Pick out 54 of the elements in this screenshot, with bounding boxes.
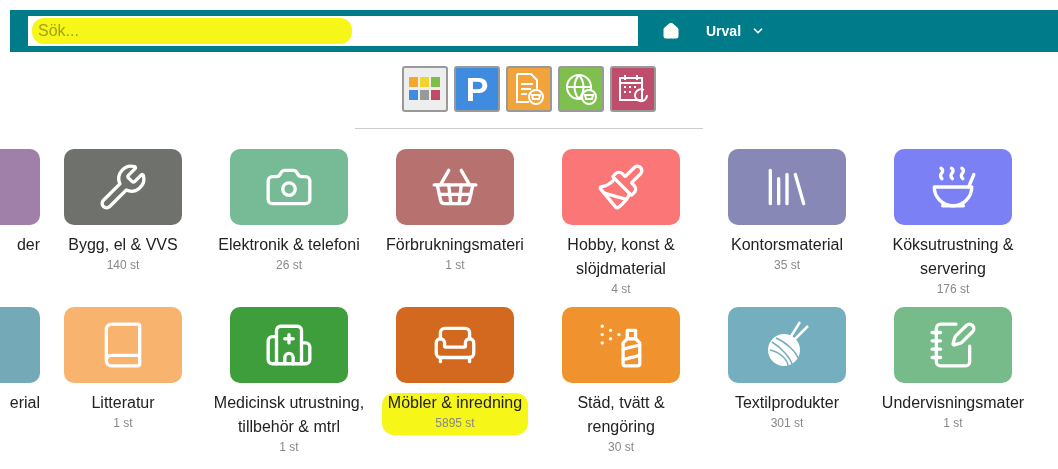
category-count: 140 st bbox=[106, 257, 140, 273]
category-name: erial bbox=[9, 393, 40, 413]
category-name: Förbrukningsmateri bbox=[386, 235, 524, 255]
toolbar-button[interactable] bbox=[402, 66, 448, 112]
category-tile[interactable] bbox=[64, 307, 182, 383]
category-tile[interactable] bbox=[0, 307, 40, 383]
category-tile[interactable] bbox=[728, 307, 846, 383]
category-tile[interactable] bbox=[894, 307, 1012, 383]
category-tile[interactable] bbox=[562, 149, 680, 225]
category-count: 5895 st bbox=[435, 415, 475, 431]
category-name: Bygg, el & VVS bbox=[68, 235, 178, 255]
category-tile[interactable] bbox=[230, 149, 348, 225]
globe-cart-icon bbox=[564, 72, 598, 106]
category-name: Hobby, konst & slöjdmaterial bbox=[566, 235, 676, 279]
category-tile[interactable] bbox=[64, 149, 182, 225]
category-tile[interactable] bbox=[396, 307, 514, 383]
category-tile[interactable] bbox=[0, 149, 40, 225]
category-count: 1 st bbox=[279, 439, 299, 455]
category-name: Medicinsk utrustning, tillbehör & mtrl bbox=[213, 393, 365, 437]
toolbar-button[interactable] bbox=[558, 66, 604, 112]
category-tile[interactable] bbox=[894, 149, 1012, 225]
category-name: Litteratur bbox=[91, 393, 155, 413]
category-name: Städ, tvätt & rengöring bbox=[576, 393, 666, 437]
urval-menu-button[interactable]: Urval bbox=[704, 23, 766, 39]
category-name: Köksutrustning & servering bbox=[891, 235, 1015, 279]
category-tile[interactable] bbox=[396, 149, 514, 225]
category-count: 1 st bbox=[943, 415, 963, 431]
category-tile[interactable] bbox=[230, 307, 348, 383]
category-name: Kontorsmaterial bbox=[730, 235, 843, 255]
category-count: 176 st bbox=[936, 281, 970, 297]
category-name: der bbox=[16, 235, 40, 255]
category-count: 26 st bbox=[276, 257, 302, 273]
calendar-refresh-icon bbox=[617, 73, 649, 105]
category-count: 1 st bbox=[445, 257, 465, 273]
category-tile[interactable] bbox=[728, 149, 846, 225]
home-icon[interactable] bbox=[662, 22, 680, 40]
category-count: 301 st bbox=[770, 415, 804, 431]
wrench-icon bbox=[98, 162, 148, 212]
toolbar-button[interactable]: P bbox=[454, 66, 500, 112]
toolbar-button[interactable] bbox=[610, 66, 656, 112]
category-tile[interactable] bbox=[562, 307, 680, 383]
color-grid-icon bbox=[409, 77, 441, 101]
category-name: Elektronik & telefoni bbox=[218, 235, 360, 255]
document-cart-icon bbox=[513, 72, 545, 106]
category-name: Möbler & inredning bbox=[387, 393, 523, 413]
category-count: 30 st bbox=[608, 439, 634, 455]
category-name: Undervisningsmater bbox=[881, 393, 1025, 413]
category-count: 4 st bbox=[611, 281, 631, 297]
notebook-icon bbox=[928, 320, 978, 370]
category-count: 1 st bbox=[113, 415, 133, 431]
paintbrush-icon bbox=[596, 162, 646, 212]
category-count: 35 st bbox=[774, 257, 800, 273]
category-name: Textilprodukter bbox=[734, 393, 839, 413]
toolbar-button[interactable] bbox=[506, 66, 552, 112]
